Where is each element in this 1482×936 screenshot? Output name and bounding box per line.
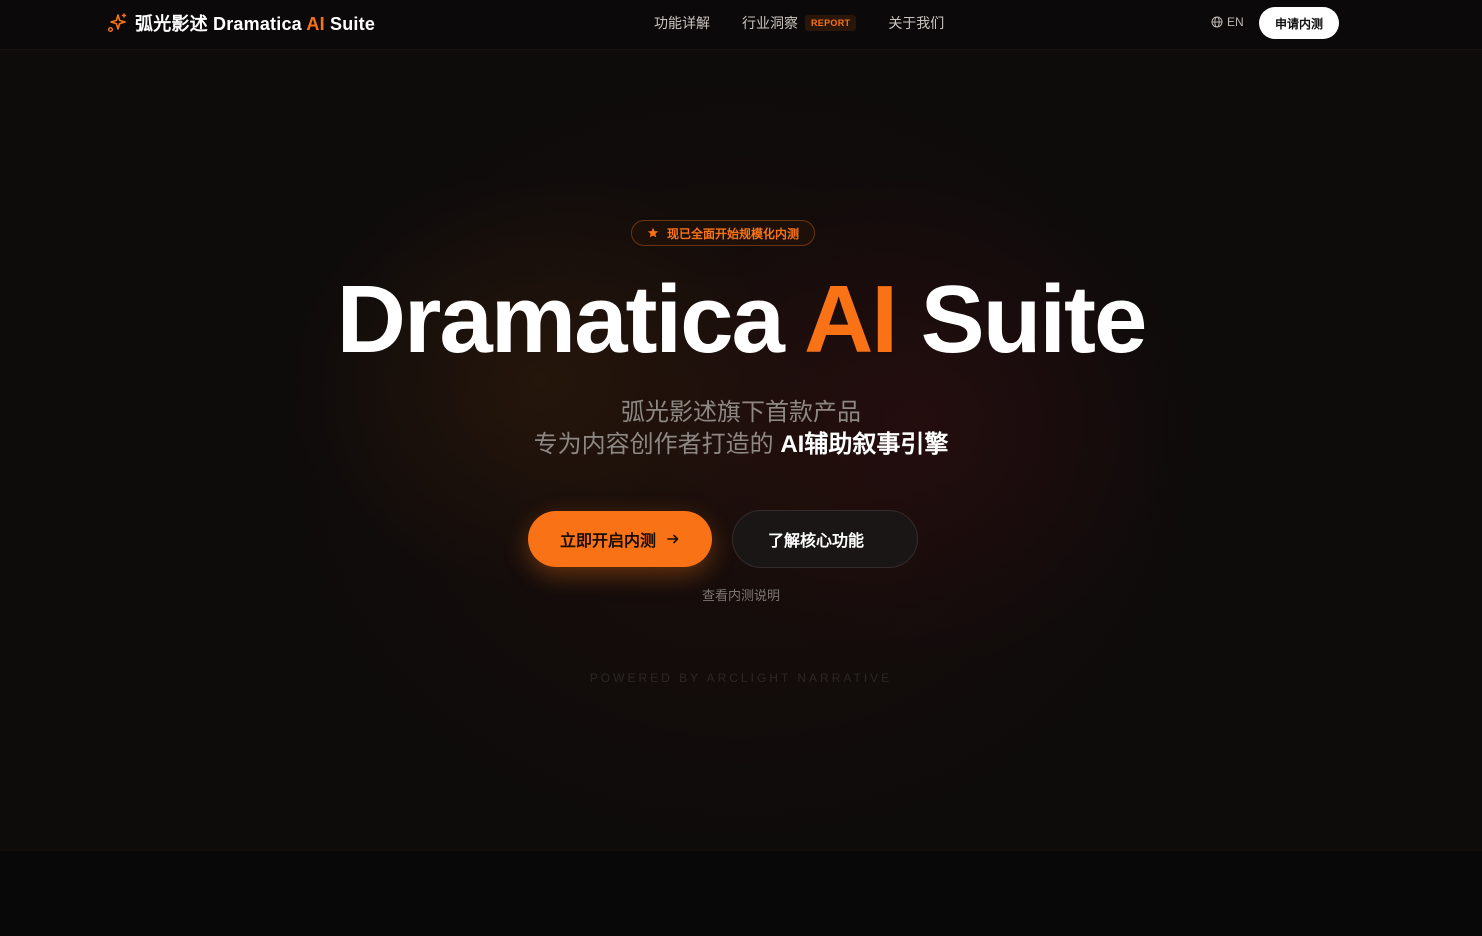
language-switch[interactable]: EN [1211, 15, 1244, 29]
hero-subtitle-line1: 弧光影述旗下首款产品 [621, 399, 861, 426]
hero-title-part2: Suite [920, 266, 1148, 373]
globe-icon [1211, 16, 1223, 28]
start-beta-label: 立即开启内测 [559, 533, 656, 550]
nav-link-about[interactable]: 关于我们 [888, 13, 944, 33]
learn-features-button[interactable]: 了解核心功能 [732, 510, 918, 568]
powered-by-text: POWERED BY ARCLIGHT NARRATIVE [589, 671, 893, 685]
hero-subtitle-line2: 专为内容创作者打造的 AI辅助叙事引擎 [0, 430, 1482, 460]
arrow-right-icon [667, 534, 679, 544]
beta-explain-link[interactable]: 查看内测说明 [0, 585, 1482, 604]
nav-link-features[interactable]: 功能详解 [654, 13, 710, 33]
brand-logo[interactable]: 弧光影述 Dramatica AI Suite [107, 12, 375, 34]
brand-suffix: Suite [330, 14, 376, 34]
brand-name-cn: 弧光影述 [135, 14, 208, 34]
learn-features-label: 了解核心功能 [767, 533, 864, 550]
hero-title-part1: Dramatica [336, 266, 785, 373]
report-badge: REPORT [805, 15, 857, 31]
language-label: EN [1227, 15, 1244, 29]
nav-link-insights[interactable]: 行业洞察 REPORT [742, 13, 857, 33]
sparkles-icon [108, 13, 127, 32]
brand-accent: AI [306, 14, 325, 34]
nav-link-label: 行业洞察 [742, 15, 798, 31]
hero-title-accent: AI [803, 266, 898, 373]
apply-beta-button[interactable]: 申请内测 [1259, 7, 1339, 39]
badge-label: 现已全面开始规模化内测 [666, 226, 799, 241]
nav-link-label: 功能详解 [654, 15, 710, 31]
subtitle-prefix: 专为内容创作者打造的 [533, 431, 774, 458]
page: 弧光影述 Dramatica AI Suite 功能详解 行业洞察 REPORT … [0, 0, 1482, 936]
navbar: 弧光影述 Dramatica AI Suite 功能详解 行业洞察 REPORT … [0, 0, 1482, 50]
brand-name: Dramatica [213, 14, 302, 34]
nav-links: 功能详解 行业洞察 REPORT 关于我们 [654, 13, 944, 33]
hero-title: Dramatica AI Suite [0, 268, 1482, 372]
start-beta-button[interactable]: 立即开启内测 [528, 511, 712, 567]
brand-text: 弧光影述 Dramatica AI Suite [135, 10, 375, 36]
beta-announcement-badge: 现已全面开始规模化内测 [631, 220, 815, 246]
star-icon [647, 227, 659, 238]
footer-band [0, 850, 1482, 936]
subtitle-highlight: AI辅助叙事引擎 [780, 431, 949, 458]
nav-link-label: 关于我们 [888, 15, 945, 31]
